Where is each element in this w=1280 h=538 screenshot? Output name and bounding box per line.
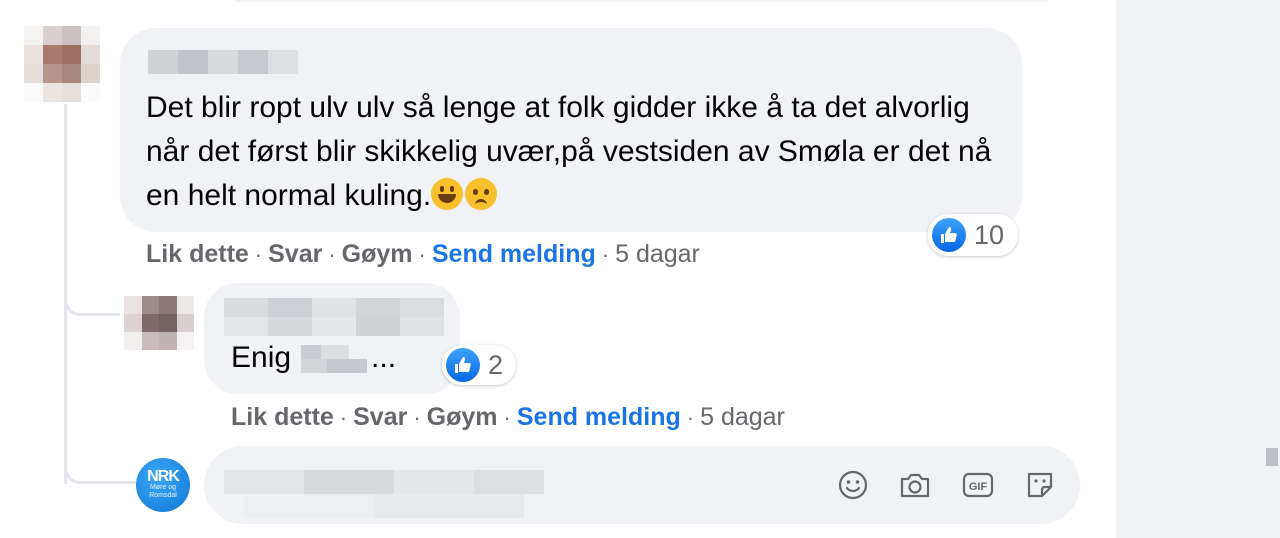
like-icon (446, 348, 480, 382)
timestamp[interactable]: 5 dagar (615, 240, 700, 268)
nrk-logo-subtext: Møre og Romsdal (149, 484, 177, 499)
input-placeholder-blurred (224, 470, 544, 518)
camera-icon[interactable] (897, 467, 933, 503)
like-button[interactable]: Lik dette (231, 403, 334, 431)
reply-button[interactable]: Svar (353, 403, 407, 431)
grinning-emoji-icon (431, 178, 464, 210)
avatar[interactable] (124, 296, 194, 350)
reaction-count: 2 (488, 349, 504, 380)
divider (236, 0, 1048, 2)
sticker-icon[interactable] (1022, 467, 1058, 503)
reply-body: Enig (231, 341, 292, 374)
reply-suffix: ... (371, 341, 397, 374)
separator: · (503, 405, 511, 430)
send-message-button[interactable]: Send melding (517, 403, 681, 431)
reply-actions: Lik dette · Svar · Gøym · Send melding · 5 dagar (231, 403, 785, 432)
separator: · (254, 242, 263, 267)
reply-button[interactable]: Svar (268, 240, 322, 268)
author-name[interactable] (148, 50, 298, 74)
separator: · (413, 405, 421, 430)
avatar[interactable] (24, 26, 100, 102)
separator: · (601, 242, 610, 267)
separator: · (418, 242, 426, 267)
hide-button[interactable]: Gøym (342, 240, 413, 268)
author-name[interactable] (224, 298, 444, 336)
comment-body: Det blir ropt ulv ulv så lenge at folk g… (146, 91, 992, 212)
scrollbar-thumb[interactable] (1266, 448, 1278, 466)
reaction-count: 10 (974, 219, 1005, 250)
blurred-mention (301, 343, 371, 373)
thread-connector (64, 456, 136, 484)
send-message-button[interactable]: Send melding (432, 240, 596, 268)
right-sidebar (1116, 0, 1280, 538)
emoji-icon[interactable] (835, 467, 871, 503)
like-button[interactable]: Lik dette (146, 240, 249, 268)
reply-text: Enig ... (231, 338, 396, 378)
reaction-summary[interactable]: 10 (928, 214, 1018, 256)
worried-emoji-icon (465, 178, 498, 210)
page-avatar[interactable]: NRK Møre og Romsdal (136, 458, 190, 512)
reaction-summary[interactable]: 2 (442, 345, 516, 385)
comment-thread: Det blir ropt ulv ulv så lenge at folk g… (0, 0, 1280, 538)
like-icon (932, 218, 966, 252)
separator: · (686, 405, 695, 430)
hide-button[interactable]: Gøym (427, 403, 498, 431)
separator: · (328, 242, 336, 267)
comment-actions: Lik dette · Svar · Gøym · Send melding · 5 dagar (146, 240, 700, 269)
nrk-logo: NRK (147, 468, 180, 485)
comment-text: Det blir ropt ulv ulv så lenge at folk g… (146, 86, 996, 218)
svg-text:GIF: GIF (969, 481, 988, 493)
timestamp[interactable]: 5 dagar (700, 403, 785, 431)
gif-icon[interactable]: GIF (960, 467, 996, 503)
thread-connector (64, 292, 120, 316)
separator: · (339, 405, 348, 430)
